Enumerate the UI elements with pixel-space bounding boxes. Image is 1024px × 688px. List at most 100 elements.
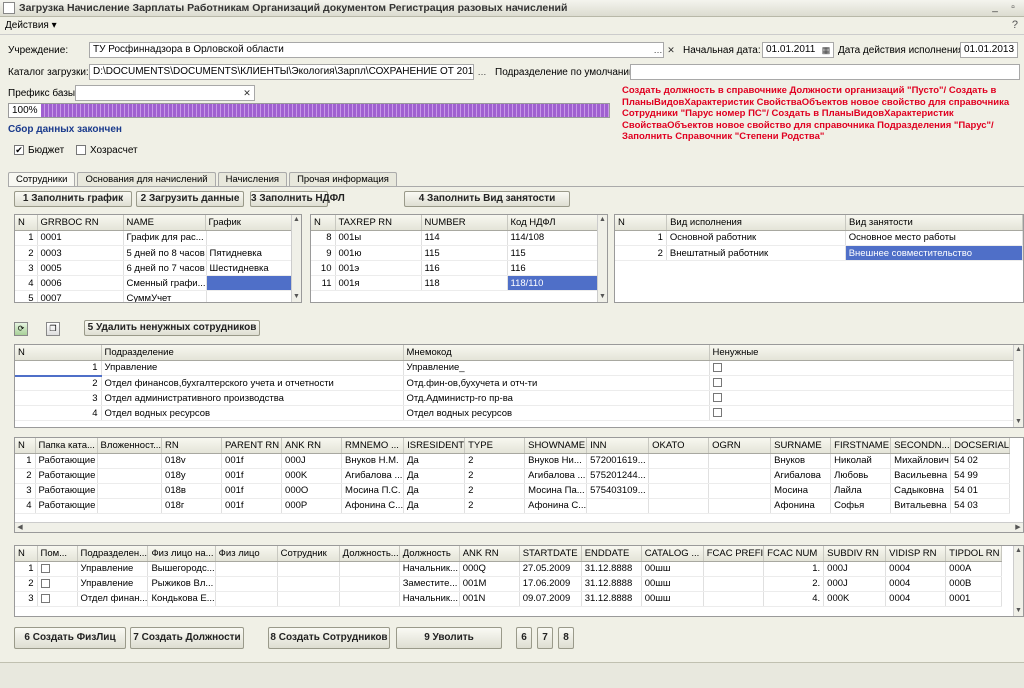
prefix-field[interactable] [75,85,255,101]
button-7[interactable]: 7 [537,627,553,649]
table-cell[interactable]: 2 [15,576,38,592]
table-cell[interactable]: 00шш [641,561,704,577]
table-cell[interactable]: 000Q [459,561,520,577]
table-cell[interactable]: 575201244... [586,468,650,484]
table-cell[interactable] [37,591,78,607]
table-cell[interactable]: 0003 [37,245,124,261]
schedule-grid[interactable]: N GRRBOC RN NAME График 1 0001 График для рас… [14,214,302,303]
column-header[interactable]: TYPE [464,438,526,454]
table-cell[interactable] [277,561,340,577]
staff-row-checkbox[interactable] [40,563,50,573]
table-cell[interactable]: 1 [15,360,102,377]
table-cell[interactable]: 2 [15,375,102,391]
column-header[interactable]: SUBDIV RN [823,546,887,562]
table-row[interactable]: 9 001ю 115 115 [311,245,600,261]
table-cell[interactable]: 001N [459,591,520,607]
table-cell[interactable]: 3 [15,591,38,607]
table-row[interactable]: 4 Работающие 018г 001f 000P Афонина С... Да 2 Аф… [15,498,1011,514]
table-cell[interactable] [703,576,765,592]
table-cell[interactable]: Внуков Н.М. [341,453,405,469]
table-cell[interactable]: Внештатный работник [666,245,846,261]
table-row[interactable]: 2 Работающие 018y 001f 000K Агибалова ... Да 2 А… [15,468,1011,484]
table-cell[interactable]: Отдел водных ресурсов [403,405,710,421]
table-cell[interactable]: 1 [615,230,667,246]
table-cell[interactable]: Мосина П.С. [341,483,405,499]
table-cell[interactable] [708,468,772,484]
table-cell[interactable]: 54 99 [950,468,1011,484]
column-header[interactable]: NUMBER [421,215,508,231]
table-cell[interactable]: Агибалова ... [524,468,588,484]
create-persons-button[interactable]: 6 Создать ФизЛиц [14,627,126,649]
column-header[interactable]: ENDDATE [581,546,642,562]
table-cell[interactable]: Любовь [830,468,892,484]
column-header[interactable]: Сотрудник [277,546,340,562]
table-cell[interactable]: Рыжиков Вл... [147,576,216,592]
tab-employees[interactable]: Сотрудники [8,172,76,187]
table-cell[interactable]: Афонина [770,498,832,514]
table-cell[interactable]: 001ю [335,245,422,261]
table-cell[interactable]: Отдел административного производства [101,390,404,406]
refresh-icon[interactable]: ⟳ [14,322,28,336]
table-cell[interactable]: 4 [15,498,36,514]
exec-grid[interactable]: N Вид исполнения Вид занятости 1 Основной р… [614,214,1024,303]
fill-schedule-button[interactable]: 1 Заполнить график [14,191,132,207]
table-cell[interactable]: 001я [335,275,422,291]
load-data-button[interactable]: 2 Загрузить данные [136,191,244,207]
table-cell[interactable]: 2 [615,245,667,261]
table-cell[interactable]: 115 [507,245,600,261]
unneeded-checkbox[interactable] [712,408,722,418]
column-header[interactable]: FCAC PREFI [703,546,765,562]
table-cell[interactable] [709,390,1016,406]
table-cell[interactable] [586,498,650,514]
table-cell[interactable]: 115 [421,245,508,261]
table-cell[interactable]: 3 [15,483,36,499]
table-row[interactable]: 1 Управление Управление_ [15,360,1016,377]
table-cell[interactable]: 1 [15,561,38,577]
table-cell[interactable] [206,275,293,291]
table-row[interactable]: 3 Отдел финан... Кондькова Е... Начальник..… [15,591,1003,607]
table-row[interactable]: 2 Внештатный работник Внешнее совместитель… [615,245,1023,261]
table-cell[interactable]: 575403109... [586,483,650,499]
column-header[interactable]: N [15,215,38,231]
table-cell[interactable]: 0005 [37,260,124,276]
table-cell[interactable]: Управление [101,360,404,376]
button-8[interactable]: 8 [558,627,574,649]
table-cell[interactable]: 2 [15,245,38,261]
table-cell[interactable] [703,561,765,577]
column-header[interactable]: Мнемокод [403,345,710,361]
table-cell[interactable]: Начальник... [399,591,460,607]
table-cell[interactable] [648,453,710,469]
table-cell[interactable]: 000K [281,468,343,484]
table-cell[interactable]: 1. [763,561,825,577]
table-cell[interactable]: Основное место работы [845,230,1023,246]
selfsup-checkbox[interactable] [76,145,86,155]
restore-icon[interactable]: ▫ [1006,2,1020,14]
table-cell[interactable]: 00шш [641,576,704,592]
table-cell[interactable]: 4. [763,591,825,607]
table-cell[interactable]: 17.06.2009 [519,576,582,592]
column-header[interactable]: SHOWNAME [524,438,588,454]
table-cell[interactable]: 3 [15,390,102,406]
column-header[interactable]: VIDISP RN [885,546,947,562]
table-cell[interactable]: 000B [945,576,1003,592]
table-cell[interactable]: 116 [507,260,600,276]
table-cell[interactable]: Лайла [830,483,892,499]
table-cell[interactable]: 2 [464,453,526,469]
table-row[interactable]: 2 0003 5 дней по 8 часов Пятидневка [15,245,293,261]
table-cell[interactable]: 10 [311,260,336,276]
table-cell[interactable]: Начальник... [399,561,460,577]
tax-grid[interactable]: N TAXREP RN NUMBER Код НДФЛ 8 001ы 114 114/108… [310,214,608,303]
column-header[interactable]: N [15,438,36,454]
staff-row-checkbox[interactable] [40,593,50,603]
column-header[interactable]: Ненужные [709,345,1016,361]
table-row[interactable]: 4 0006 Сменный графи... [15,275,293,291]
table-cell[interactable]: 018y [161,468,223,484]
table-cell[interactable]: Работающие [35,483,98,499]
table-cell[interactable]: 9 [311,245,336,261]
prefix-clear-icon[interactable]: ✕ [241,86,253,100]
table-cell[interactable]: 572001619... [586,453,650,469]
create-positions-button[interactable]: 7 Создать Должности [130,627,244,649]
column-header[interactable]: TIPDOL RN [945,546,1003,562]
table-cell[interactable]: 000O [281,483,343,499]
column-header[interactable]: GRRBOC RN [37,215,124,231]
